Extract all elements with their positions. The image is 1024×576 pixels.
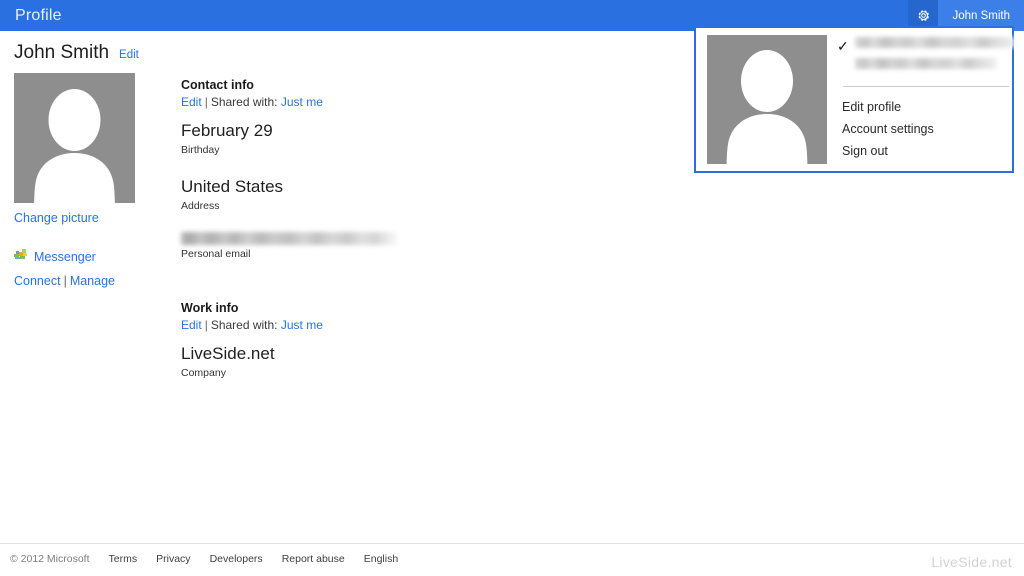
contact-info-edit-link[interactable]: Edit: [181, 95, 202, 109]
work-info-shared-prefix: Shared with:: [210, 318, 278, 332]
section-meta-contact-info: Edit | Shared with: Just me: [181, 95, 561, 109]
profile-edit-link[interactable]: Edit: [119, 49, 139, 61]
account-flyout[interactable]: ✓ Edit profile Account settings Sign out: [694, 26, 1015, 173]
footer-link-terms[interactable]: Terms: [109, 553, 138, 565]
flyout-body: ✓ Edit profile Account settings Sign out: [827, 28, 1024, 171]
messenger-connect-link[interactable]: Connect: [14, 274, 61, 288]
profile-left-column: John Smith Edit Change picture Messenger…: [14, 42, 174, 288]
field-address: United States Address: [181, 176, 561, 212]
messenger-row: Messenger: [14, 247, 174, 266]
footer: © 2012 Microsoft Terms Privacy Developer…: [10, 553, 398, 565]
footer-link-privacy[interactable]: Privacy: [156, 553, 190, 565]
page-title: Profile: [15, 7, 62, 24]
field-birthday: February 29 Birthday: [181, 120, 561, 156]
field-personal-email: Personal email: [181, 232, 561, 260]
footer-link-report-abuse[interactable]: Report abuse: [282, 553, 345, 565]
footer-link-english[interactable]: English: [364, 553, 398, 565]
section-work-info: Work info Edit | Shared with: Just me Live…: [181, 301, 561, 379]
contact-info-shared-value[interactable]: Just me: [281, 95, 323, 109]
section-title-contact-info: Contact info: [181, 78, 254, 92]
field-birthday-label: Birthday: [181, 144, 220, 156]
section-contact-info: Contact info Edit | Shared with: Just me F…: [181, 78, 561, 260]
account-primary-redacted: [855, 37, 1015, 48]
field-personal-email-label: Personal email: [181, 248, 251, 260]
profile-info-column: Contact info Edit | Shared with: Just me F…: [181, 78, 561, 399]
profile-avatar[interactable]: [14, 73, 135, 203]
flyout-menu: Edit profile Account settings Sign out: [837, 96, 1015, 162]
messenger-manage-link[interactable]: Manage: [70, 274, 115, 288]
section-title-work-info: Work info: [181, 301, 239, 315]
messenger-actions: Connect | Manage: [14, 274, 174, 288]
messenger-link[interactable]: Messenger: [34, 250, 96, 264]
flyout-divider: [843, 86, 1009, 87]
flyout-avatar: [707, 35, 827, 164]
user-menu-label: John Smith: [952, 9, 1010, 22]
messenger-actions-separator: |: [63, 274, 67, 288]
section-meta-work-info: Edit | Shared with: Just me: [181, 318, 561, 332]
messenger-icon: [14, 247, 28, 266]
field-company-value: LiveSide.net: [181, 344, 275, 363]
field-address-label: Address: [181, 200, 220, 212]
contact-info-separator: |: [204, 95, 208, 109]
profile-name-row: John Smith Edit: [14, 42, 174, 64]
work-info-separator: |: [204, 318, 208, 332]
check-mark-icon: ✓: [837, 38, 849, 54]
flyout-menu-item-account-settings[interactable]: Account settings: [842, 118, 1015, 140]
profile-name: John Smith: [14, 42, 110, 63]
change-picture-link[interactable]: Change picture: [14, 211, 174, 225]
watermark: LiveSide.net: [931, 554, 1012, 570]
field-personal-email-redacted-value: [181, 232, 397, 245]
work-info-edit-link[interactable]: Edit: [181, 318, 202, 332]
field-birthday-value: February 29: [181, 121, 273, 140]
footer-link-developers[interactable]: Developers: [210, 553, 263, 565]
field-company: LiveSide.net Company: [181, 343, 561, 379]
footer-divider: [0, 543, 1024, 544]
flyout-account-emails: [851, 37, 1015, 69]
account-secondary-redacted: [855, 58, 997, 69]
flyout-menu-item-edit-profile[interactable]: Edit profile: [842, 96, 1015, 118]
contact-info-shared-prefix: Shared with:: [210, 95, 278, 109]
flyout-account-row[interactable]: ✓: [837, 37, 1015, 69]
field-company-label: Company: [181, 367, 226, 379]
footer-copyright: © 2012 Microsoft: [10, 553, 90, 565]
work-info-shared-value[interactable]: Just me: [281, 318, 323, 332]
flyout-menu-item-sign-out[interactable]: Sign out: [842, 140, 1015, 162]
field-address-value: United States: [181, 177, 284, 196]
